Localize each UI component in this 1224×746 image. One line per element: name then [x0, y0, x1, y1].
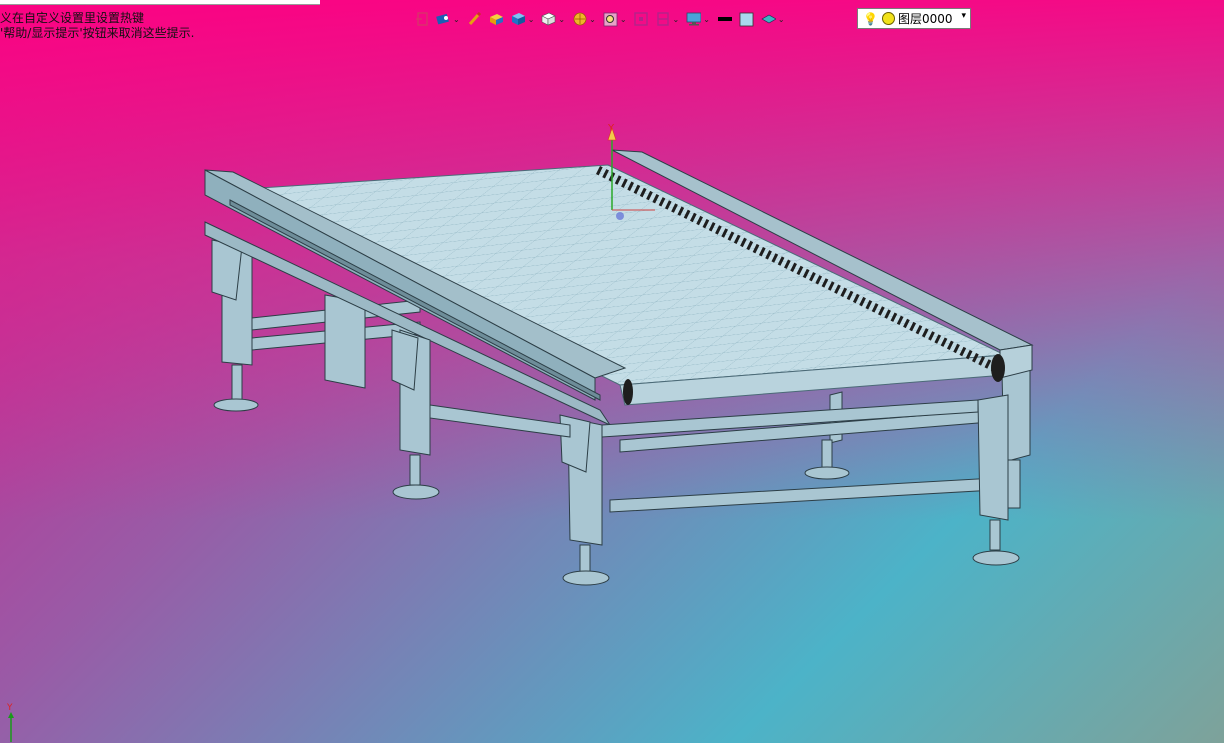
corner-axis-indicator: Y — [3, 700, 19, 746]
scene-axis-label: Y — [607, 123, 615, 134]
conveyor-model[interactable]: Y — [0, 0, 1224, 743]
corner-axis-label: Y — [6, 703, 13, 713]
axis-arrow-icon: Y — [6, 703, 14, 742]
